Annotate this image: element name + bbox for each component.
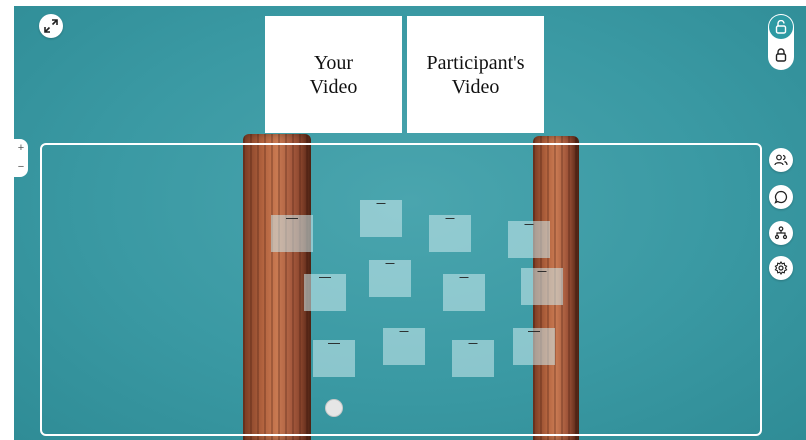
hierarchy-icon xyxy=(774,226,788,240)
your-video-label: Your Video xyxy=(309,51,358,98)
your-video-tile: Your Video xyxy=(265,16,402,133)
expand-arrows-icon xyxy=(44,19,58,33)
sticky-note[interactable]: ▬▬▬ xyxy=(429,215,471,252)
hierarchy-button[interactable] xyxy=(769,221,793,245)
sticky-note[interactable]: ▬▬▬ xyxy=(452,340,494,377)
note-label: ▬▬▬ xyxy=(537,269,547,273)
zoom-out-button[interactable]: − xyxy=(14,158,28,176)
sticky-note[interactable]: ▬▬▬ xyxy=(360,200,402,237)
settings-button[interactable] xyxy=(769,256,793,280)
note-label: ▬▬▬▬ xyxy=(328,341,340,345)
note-label: ▬▬▬ xyxy=(445,216,455,220)
chat-button[interactable] xyxy=(769,185,793,209)
gear-icon xyxy=(774,261,788,275)
unlock-button[interactable] xyxy=(769,15,793,39)
whiteboard-area[interactable]: ▬▬▬▬ ▬▬▬ ▬▬▬ ▬▬▬ ▬▬▬▬ ▬▬▬ ▬▬▬ ▬▬▬ ▬▬▬▬ ▬… xyxy=(40,143,762,436)
sticky-note[interactable]: ▬▬▬▬ xyxy=(513,328,555,365)
note-label: ▬▬▬ xyxy=(524,222,534,226)
participant-video-label: Participant's Video xyxy=(426,51,525,98)
chat-bubble-icon xyxy=(774,190,788,204)
participants-button[interactable] xyxy=(769,148,793,172)
sticky-note[interactable]: ▬▬▬▬ xyxy=(313,340,355,377)
note-label: ▬▬▬ xyxy=(459,275,469,279)
note-label: ▬▬▬ xyxy=(376,201,386,205)
canvas-stage[interactable]: Your Video Participant's Video ▬▬▬▬ ▬▬▬ … xyxy=(14,6,806,440)
sticky-note[interactable]: ▬▬▬ xyxy=(369,260,411,297)
zoom-in-button[interactable]: + xyxy=(14,139,28,157)
note-label: ▬▬▬ xyxy=(385,261,395,265)
participant-avatar[interactable] xyxy=(326,400,342,416)
sticky-note[interactable]: ▬▬▬▬ xyxy=(304,274,346,311)
sticky-note[interactable]: ▬▬▬▬ xyxy=(271,215,313,252)
note-label: ▬▬▬ xyxy=(468,341,478,345)
note-label: ▬▬▬ xyxy=(399,329,409,333)
participant-video-tile: Participant's Video xyxy=(407,16,544,133)
fullscreen-button[interactable] xyxy=(39,14,63,38)
users-icon xyxy=(774,154,788,166)
sticky-note[interactable]: ▬▬▬ xyxy=(508,221,550,258)
unlock-icon xyxy=(775,20,787,34)
note-label: ▬▬▬▬ xyxy=(528,329,540,333)
lock-icon xyxy=(775,48,787,62)
sticky-note[interactable]: ▬▬▬ xyxy=(521,268,563,305)
note-label: ▬▬▬▬ xyxy=(286,216,298,220)
note-label: ▬▬▬▬ xyxy=(319,275,331,279)
sticky-note[interactable]: ▬▬▬ xyxy=(383,328,425,365)
sticky-note[interactable]: ▬▬▬ xyxy=(443,274,485,311)
lock-button[interactable] xyxy=(769,43,793,67)
zoom-controls: + − xyxy=(14,139,28,177)
lock-toggle[interactable] xyxy=(768,14,794,70)
